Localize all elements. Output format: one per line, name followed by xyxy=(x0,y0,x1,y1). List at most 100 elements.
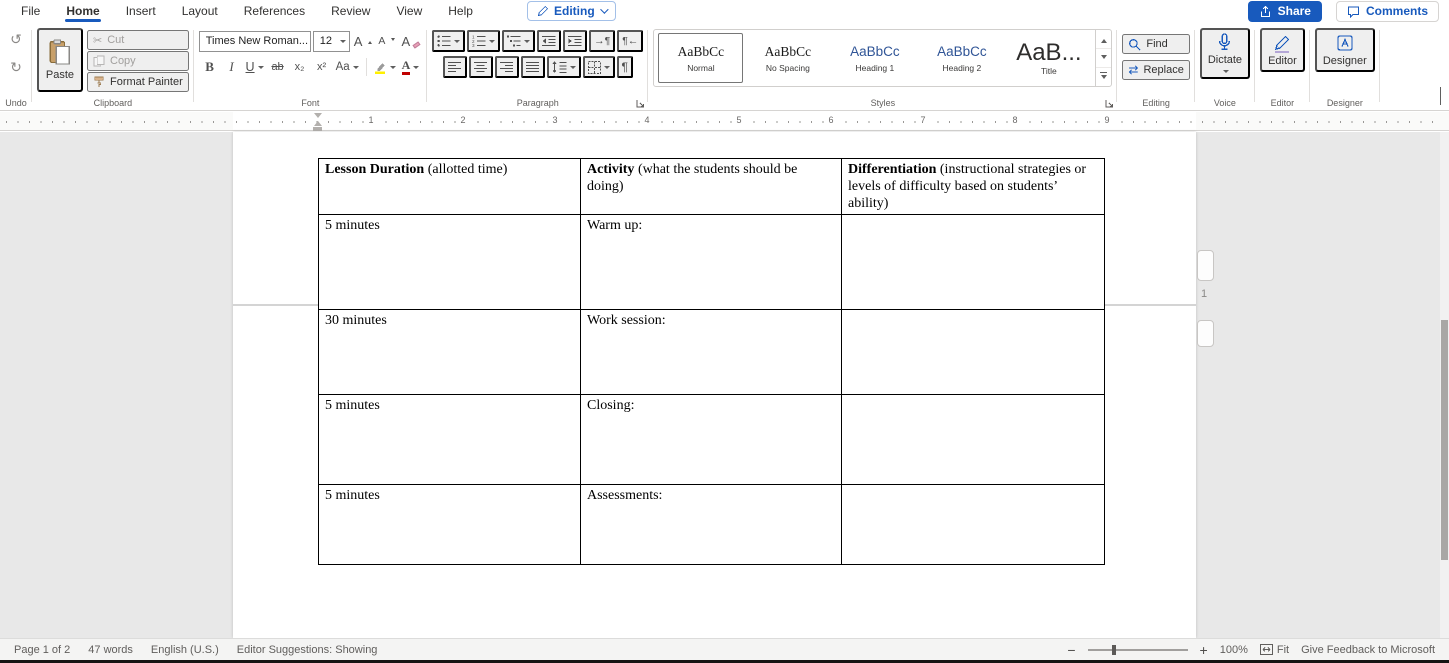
editor-button[interactable]: Editor xyxy=(1260,28,1305,72)
zoom-slider[interactable] xyxy=(1087,644,1188,656)
font-color-button[interactable]: A xyxy=(400,56,422,78)
grow-font-button[interactable]: A xyxy=(352,30,375,52)
tab-review[interactable]: Review xyxy=(318,0,383,22)
tab-help[interactable]: Help xyxy=(435,0,486,22)
cell-activity[interactable]: Assessments: xyxy=(580,484,842,566)
cell-differentiation[interactable] xyxy=(841,214,1105,311)
group-label-font: Font xyxy=(301,98,320,108)
header-cell-differentiation[interactable]: Differentiation (instructional strategie… xyxy=(841,157,1105,216)
comment-anchor-box[interactable] xyxy=(1197,320,1214,347)
styles-dialog-launcher[interactable] xyxy=(1105,99,1114,108)
cell-activity[interactable]: Warm up: xyxy=(580,214,842,311)
comments-button[interactable]: Comments xyxy=(1335,0,1439,22)
word-count[interactable]: 47 words xyxy=(88,644,133,656)
editor-suggestions[interactable]: Editor Suggestions: Showing xyxy=(237,644,378,656)
left-to-right-text-button[interactable]: →¶ xyxy=(589,30,616,52)
zoom-out-button[interactable]: − xyxy=(1067,643,1075,657)
tab-view[interactable]: View xyxy=(383,0,435,22)
cell-activity[interactable]: Closing: xyxy=(580,394,842,486)
bullet-list-button[interactable] xyxy=(432,30,466,52)
cell-differentiation[interactable] xyxy=(841,484,1105,566)
cell-duration[interactable]: 5 minutes xyxy=(318,394,581,486)
indent-marker[interactable] xyxy=(313,113,322,131)
cell-differentiation[interactable] xyxy=(841,309,1105,396)
line-spacing-button[interactable] xyxy=(546,56,581,78)
undo-button[interactable]: ↺ xyxy=(6,30,26,48)
redo-button[interactable]: ↻ xyxy=(6,58,26,76)
align-right-button[interactable] xyxy=(494,56,519,78)
shrink-font-icon: A xyxy=(378,34,386,47)
collapse-ribbon-button[interactable] xyxy=(1440,87,1441,105)
vertical-scrollbar[interactable] xyxy=(1440,132,1449,638)
justify-button[interactable] xyxy=(520,56,545,78)
shrink-font-button[interactable]: A xyxy=(376,30,397,52)
styles-more-button[interactable] xyxy=(1096,68,1111,86)
replace-button[interactable]: ⇄ Replace xyxy=(1122,60,1190,80)
style-heading-1[interactable]: AaBbCc Heading 1 xyxy=(832,33,918,83)
font-size-combobox[interactable]: 12 xyxy=(312,30,350,52)
align-left-button[interactable] xyxy=(442,56,467,78)
copy-button[interactable]: Copy xyxy=(87,51,189,71)
table-row: 5 minutes Warm up: xyxy=(318,214,1105,311)
tab-layout[interactable]: Layout xyxy=(169,0,231,22)
horizontal-ruler[interactable]: 1 2 3 4 5 6 7 8 9 xyxy=(0,112,1449,131)
right-to-left-text-button[interactable]: ¶← xyxy=(617,30,644,52)
dictate-button[interactable]: Dictate xyxy=(1199,28,1251,79)
tab-file[interactable]: File xyxy=(8,0,53,22)
style-normal[interactable]: AaBbCc Normal xyxy=(658,33,744,83)
tab-references[interactable]: References xyxy=(231,0,318,22)
style-heading-2[interactable]: AaBbCc Heading 2 xyxy=(919,33,1005,83)
subscript-button[interactable]: x₂ xyxy=(290,56,310,78)
bold-button[interactable]: B xyxy=(200,56,220,78)
strikethrough-button[interactable]: ab xyxy=(268,56,288,78)
editing-mode-button[interactable]: Editing xyxy=(527,1,616,21)
paste-button[interactable]: Paste xyxy=(37,28,83,92)
cell-duration[interactable]: 5 minutes xyxy=(318,484,581,566)
header-cell-lesson-duration[interactable]: Lesson Duration (allotted time) xyxy=(318,157,581,216)
cell-duration[interactable]: 5 minutes xyxy=(318,214,581,311)
zoom-in-button[interactable]: + xyxy=(1200,643,1208,657)
document-page[interactable]: Lesson Duration (allotted time) Activity… xyxy=(233,132,1196,638)
tab-home[interactable]: Home xyxy=(53,0,112,22)
show-formatting-marks-button[interactable]: ¶ xyxy=(616,56,633,78)
decrease-indent-button[interactable] xyxy=(537,30,562,52)
change-case-button[interactable]: Aa xyxy=(334,56,361,78)
feedback-link[interactable]: Give Feedback to Microsoft xyxy=(1301,644,1435,656)
style-title[interactable]: AaB... Title xyxy=(1006,33,1092,83)
scrollbar-thumb[interactable] xyxy=(1441,320,1448,560)
language-indicator[interactable]: English (U.S.) xyxy=(151,644,219,656)
numbered-list-button[interactable]: 123 xyxy=(467,30,501,52)
borders-button[interactable] xyxy=(582,56,615,78)
increase-indent-button[interactable] xyxy=(563,30,588,52)
fit-button[interactable]: Fit xyxy=(1259,644,1289,656)
find-button[interactable]: Find xyxy=(1122,34,1190,54)
cut-button[interactable]: ✂ Cut xyxy=(87,30,189,50)
lesson-plan-table[interactable]: Lesson Duration (allotted time) Activity… xyxy=(318,157,1105,566)
comment-anchor-box[interactable] xyxy=(1197,250,1214,281)
multilevel-list-button[interactable] xyxy=(502,30,536,52)
italic-button[interactable]: I xyxy=(222,56,242,78)
header-cell-activity[interactable]: Activity (what the students should be do… xyxy=(580,157,842,216)
styles-scroll-up-button[interactable] xyxy=(1096,30,1112,49)
find-label: Find xyxy=(1146,38,1168,50)
zoom-slider-thumb[interactable] xyxy=(1111,644,1116,655)
style-preview: AaBbCc xyxy=(764,44,812,60)
style-no-spacing[interactable]: AaBbCc No Spacing xyxy=(745,33,831,83)
share-button[interactable]: Share xyxy=(1247,0,1322,22)
tab-insert[interactable]: Insert xyxy=(113,0,169,22)
clear-formatting-button[interactable]: A xyxy=(399,30,422,52)
format-painter-button[interactable]: Format Painter xyxy=(87,72,189,92)
styles-scroll-down-button[interactable] xyxy=(1096,49,1112,68)
cell-differentiation[interactable] xyxy=(841,394,1105,486)
underline-button[interactable]: U xyxy=(244,56,266,78)
page-indicator[interactable]: Page 1 of 2 xyxy=(14,644,70,656)
designer-button[interactable]: Designer xyxy=(1314,28,1375,72)
cell-activity[interactable]: Work session: xyxy=(580,309,842,396)
paragraph-dialog-launcher[interactable] xyxy=(636,99,645,108)
text-highlight-button[interactable] xyxy=(372,56,398,78)
font-family-combobox[interactable]: Times New Roman... xyxy=(198,30,311,52)
align-center-button[interactable] xyxy=(468,56,493,78)
cell-duration[interactable]: 30 minutes xyxy=(318,309,581,396)
zoom-level[interactable]: 100% xyxy=(1220,644,1248,656)
superscript-button[interactable]: x² xyxy=(312,56,332,78)
